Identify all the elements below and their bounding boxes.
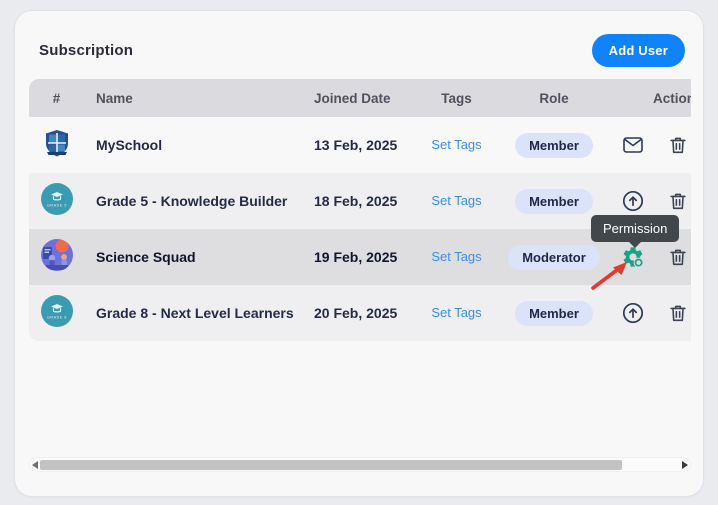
avatar bbox=[40, 238, 74, 272]
empty-space bbox=[29, 341, 691, 457]
set-tags-link[interactable]: Set Tags bbox=[431, 193, 481, 208]
trash-icon[interactable] bbox=[666, 245, 690, 269]
joined-date: 18 Feb, 2025 bbox=[299, 173, 414, 229]
col-header-number: # bbox=[29, 79, 84, 117]
trash-icon[interactable] bbox=[666, 301, 690, 325]
joined-date: 13 Feb, 2025 bbox=[299, 117, 414, 173]
card-header: Subscription Add User bbox=[15, 11, 703, 67]
subscription-table: # Name Joined Date Tags Role Action bbox=[29, 79, 691, 341]
avatar: GRADE 8 bbox=[40, 294, 74, 328]
trash-icon[interactable] bbox=[666, 133, 690, 157]
col-header-joined-date: Joined Date bbox=[299, 79, 414, 117]
trash-icon[interactable] bbox=[666, 189, 690, 213]
upload-circle-icon[interactable] bbox=[621, 189, 645, 213]
table-scroll-container: # Name Joined Date Tags Role Action bbox=[29, 79, 691, 341]
subscription-card: Subscription Add User # Name Joined Date… bbox=[14, 10, 704, 497]
set-tags-link[interactable]: Set Tags bbox=[431, 249, 481, 264]
table-area: # Name Joined Date Tags Role Action bbox=[29, 79, 691, 472]
avatar: GRADE 5 bbox=[40, 182, 74, 216]
col-header-action: Action bbox=[609, 79, 691, 117]
page-title: Subscription bbox=[39, 42, 133, 59]
add-user-button[interactable]: Add User bbox=[592, 34, 685, 67]
joined-date: 20 Feb, 2025 bbox=[299, 285, 414, 341]
role-badge: Moderator bbox=[508, 245, 600, 270]
svg-text:GRADE 5: GRADE 5 bbox=[47, 203, 67, 207]
permission-tooltip: Permission bbox=[591, 215, 679, 242]
role-badge: Member bbox=[515, 301, 593, 326]
scroll-right-arrow-icon[interactable] bbox=[682, 461, 688, 469]
col-header-role: Role bbox=[499, 79, 609, 117]
scroll-left-arrow-icon[interactable] bbox=[32, 461, 38, 469]
joined-date: 19 Feb, 2025 bbox=[299, 229, 414, 285]
scrollbar-thumb[interactable] bbox=[40, 460, 622, 470]
horizontal-scrollbar[interactable] bbox=[29, 457, 691, 472]
table-header-row: # Name Joined Date Tags Role Action bbox=[29, 79, 691, 117]
member-name: MySchool bbox=[84, 117, 299, 173]
avatar bbox=[40, 126, 74, 160]
table-row: MySchool 13 Feb, 2025 Set Tags Member bbox=[29, 117, 691, 173]
col-header-tags: Tags bbox=[414, 79, 499, 117]
svg-text:GRADE 8: GRADE 8 bbox=[47, 315, 67, 319]
envelope-icon[interactable] bbox=[621, 133, 645, 157]
role-badge: Member bbox=[515, 133, 593, 158]
col-header-name: Name bbox=[84, 79, 299, 117]
table-row: GRADE 8 Grade 8 - Next Level Learners 20… bbox=[29, 285, 691, 341]
set-tags-link[interactable]: Set Tags bbox=[431, 305, 481, 320]
gear-permission-icon[interactable] bbox=[621, 245, 645, 269]
role-badge: Member bbox=[515, 189, 593, 214]
member-name: Grade 5 - Knowledge Builder bbox=[84, 173, 299, 229]
set-tags-link[interactable]: Set Tags bbox=[431, 137, 481, 152]
member-name: Grade 8 - Next Level Learners bbox=[84, 285, 299, 341]
upload-circle-icon[interactable] bbox=[621, 301, 645, 325]
member-name: Science Squad bbox=[84, 229, 299, 285]
